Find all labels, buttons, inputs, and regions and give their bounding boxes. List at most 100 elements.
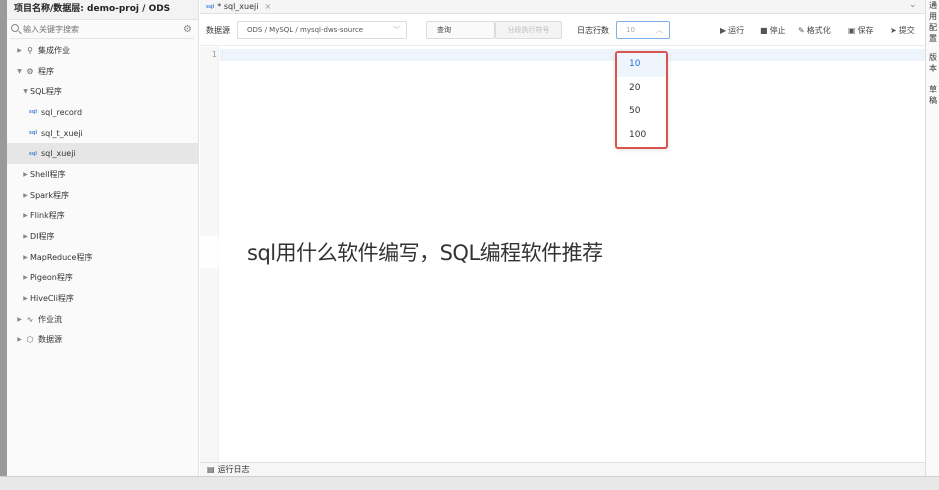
- panel-tab-char: 配: [929, 23, 937, 32]
- panel-tab-char: 置: [929, 34, 937, 43]
- chevron-down-double-icon[interactable]: ⌄: [909, 0, 917, 10]
- tree-item-label: Spark程序: [30, 190, 69, 200]
- submit-label: 提交: [898, 26, 915, 35]
- expand-arrow-icon[interactable]: ▶: [21, 254, 30, 261]
- overlay-caption: sql用什么软件编写，SQL编程软件推荐: [247, 241, 603, 265]
- run-button[interactable]: ▶ 运行: [720, 25, 744, 36]
- tab-sql-xueji[interactable]: sql * sql_xueji ×: [206, 0, 271, 14]
- log-rows-value: 10: [626, 26, 635, 34]
- run-log-bar[interactable]: ▤ 运行日志: [200, 462, 925, 476]
- tree-item-sql-programs[interactable]: ▼ SQL程序: [7, 81, 198, 102]
- send-icon: ➤: [890, 26, 897, 35]
- segment-execute-button[interactable]: 分段执行符号: [495, 21, 562, 39]
- tree-item-hivecli[interactable]: ▶ HiveCli程序: [7, 288, 198, 309]
- tree-item-label: 数据源: [38, 335, 62, 345]
- expand-arrow-icon[interactable]: ▶: [21, 171, 30, 178]
- sidebar-search: ⚙: [10, 22, 194, 39]
- search-input[interactable]: [10, 22, 194, 37]
- panel-tab-char: 通: [929, 1, 937, 10]
- dropdown-option-20[interactable]: 20: [617, 77, 666, 101]
- brush-icon: ✎: [798, 26, 805, 35]
- tree-item-label: Flink程序: [30, 211, 65, 221]
- expand-arrow-icon[interactable]: ▶: [21, 274, 30, 281]
- tree-item-label: sql_xueji: [41, 149, 76, 159]
- tree-item-datasource[interactable]: ▶ ⬡ 数据源: [7, 330, 198, 351]
- tree-item-sql-t-xueji[interactable]: sql sql_t_xueji: [7, 123, 198, 144]
- tree-item-flink[interactable]: ▶ Flink程序: [7, 206, 198, 227]
- expand-arrow-icon[interactable]: ▶: [15, 316, 24, 323]
- panel-tab-draft[interactable]: 草 稿: [929, 84, 939, 106]
- datasource-label: 数据源: [206, 26, 230, 35]
- project-sidebar: 项目名称/数据层: demo-proj / ODS ⚙ ▶ ⚲ 集成作业 ▼ ⚙…: [7, 0, 199, 476]
- expand-arrow-icon[interactable]: ▶: [21, 295, 30, 302]
- segment-execute-label: 分段执行符号: [507, 26, 550, 34]
- datasource-select[interactable]: ODS / MySQL / mysql-dws-source ﹀: [237, 21, 407, 39]
- expand-arrow-icon[interactable]: ▶: [21, 192, 30, 199]
- save-icon: ▣: [848, 26, 856, 35]
- chevron-up-icon: ︿: [656, 26, 663, 34]
- tree-item-label: Pigeon程序: [30, 273, 73, 283]
- log-rows-dropdown: 10 20 50 100: [615, 51, 668, 149]
- expand-arrow-icon[interactable]: ▶: [15, 47, 24, 54]
- tab-title: * sql_xueji: [217, 2, 259, 11]
- settings-icon[interactable]: ⚙: [183, 24, 192, 35]
- expand-arrow-icon[interactable]: ▶: [21, 212, 30, 219]
- panel-tab-general-config[interactable]: 通 用 配 置: [929, 0, 939, 44]
- tree-item-workflow[interactable]: ▶ ∿ 作业流: [7, 309, 198, 330]
- document-icon: ▤: [207, 465, 215, 474]
- collapse-arrow-icon[interactable]: ▼: [15, 68, 24, 75]
- sql-file-icon: sql: [206, 4, 215, 10]
- tree-item-pigeon[interactable]: ▶ Pigeon程序: [7, 268, 198, 289]
- gear-icon: ⚙: [26, 66, 34, 76]
- dropdown-option-50[interactable]: 50: [617, 100, 666, 124]
- panel-tab-char: 本: [929, 64, 937, 73]
- format-label: 格式化: [806, 26, 831, 35]
- query-button[interactable]: 查询: [426, 21, 495, 39]
- panel-tab-version[interactable]: 版 本: [929, 52, 939, 74]
- search-icon: [11, 24, 19, 32]
- tree-item-shell[interactable]: ▶ Shell程序: [7, 164, 198, 185]
- format-button[interactable]: ✎ 格式化: [798, 25, 831, 36]
- collapse-arrow-icon[interactable]: ▼: [21, 88, 30, 95]
- expand-arrow-icon[interactable]: ▶: [21, 233, 30, 240]
- dropdown-option-10[interactable]: 10: [617, 53, 666, 77]
- panel-tab-char: 草: [929, 85, 937, 94]
- datasource-value: ODS / MySQL / mysql-dws-source: [247, 26, 364, 34]
- tree-item-label: DI程序: [30, 232, 55, 242]
- sql-file-icon: sql: [28, 130, 38, 137]
- tree-item-di[interactable]: ▶ DI程序: [7, 226, 198, 247]
- query-label: 查询: [437, 26, 451, 34]
- tree-item-programs[interactable]: ▼ ⚙ 程序: [7, 61, 198, 82]
- sql-file-icon: sql: [28, 109, 38, 116]
- tree-item-label: 作业流: [38, 314, 62, 324]
- tree-item-label: Shell程序: [30, 169, 66, 179]
- log-rows-select[interactable]: 10 ︿: [616, 21, 670, 39]
- tree-item-sql-xueji[interactable]: sql sql_xueji: [7, 143, 198, 165]
- tree-item-spark[interactable]: ▶ Spark程序: [7, 185, 198, 206]
- stop-button[interactable]: ■ 停止: [760, 25, 786, 36]
- tree-item-label: sql_t_xueji: [41, 128, 83, 138]
- close-icon[interactable]: ×: [264, 1, 271, 13]
- tree-item-label: 集成作业: [38, 45, 70, 55]
- integration-icon: ⚲: [27, 45, 33, 55]
- stop-icon: ■: [760, 26, 768, 35]
- tree-item-integration[interactable]: ▶ ⚲ 集成作业: [7, 40, 198, 61]
- save-label: 保存: [857, 26, 874, 35]
- file-tree: ▶ ⚲ 集成作业 ▼ ⚙ 程序 ▼ SQL程序 sql sql_record s…: [7, 40, 198, 350]
- project-title: 项目名称/数据层: demo-proj / ODS: [7, 0, 198, 20]
- window-frame-bottom: [0, 476, 939, 490]
- datasource-icon: ⬡: [26, 335, 34, 345]
- tree-item-label: MapReduce程序: [30, 252, 93, 262]
- submit-button[interactable]: ➤ 提交: [890, 25, 915, 36]
- tree-item-label: SQL程序: [30, 87, 62, 97]
- run-label: 运行: [728, 26, 745, 35]
- dropdown-option-100[interactable]: 100: [617, 124, 666, 148]
- editor-tab-bar: sql * sql_xueji ×: [200, 0, 925, 14]
- tree-item-label: sql_record: [41, 107, 83, 117]
- tree-item-mapreduce[interactable]: ▶ MapReduce程序: [7, 247, 198, 268]
- tree-item-label: 程序: [38, 66, 54, 76]
- expand-arrow-icon[interactable]: ▶: [15, 336, 24, 343]
- active-line[interactable]: [220, 49, 925, 61]
- tree-item-sql-record[interactable]: sql sql_record: [7, 102, 198, 123]
- save-button[interactable]: ▣ 保存: [848, 25, 874, 36]
